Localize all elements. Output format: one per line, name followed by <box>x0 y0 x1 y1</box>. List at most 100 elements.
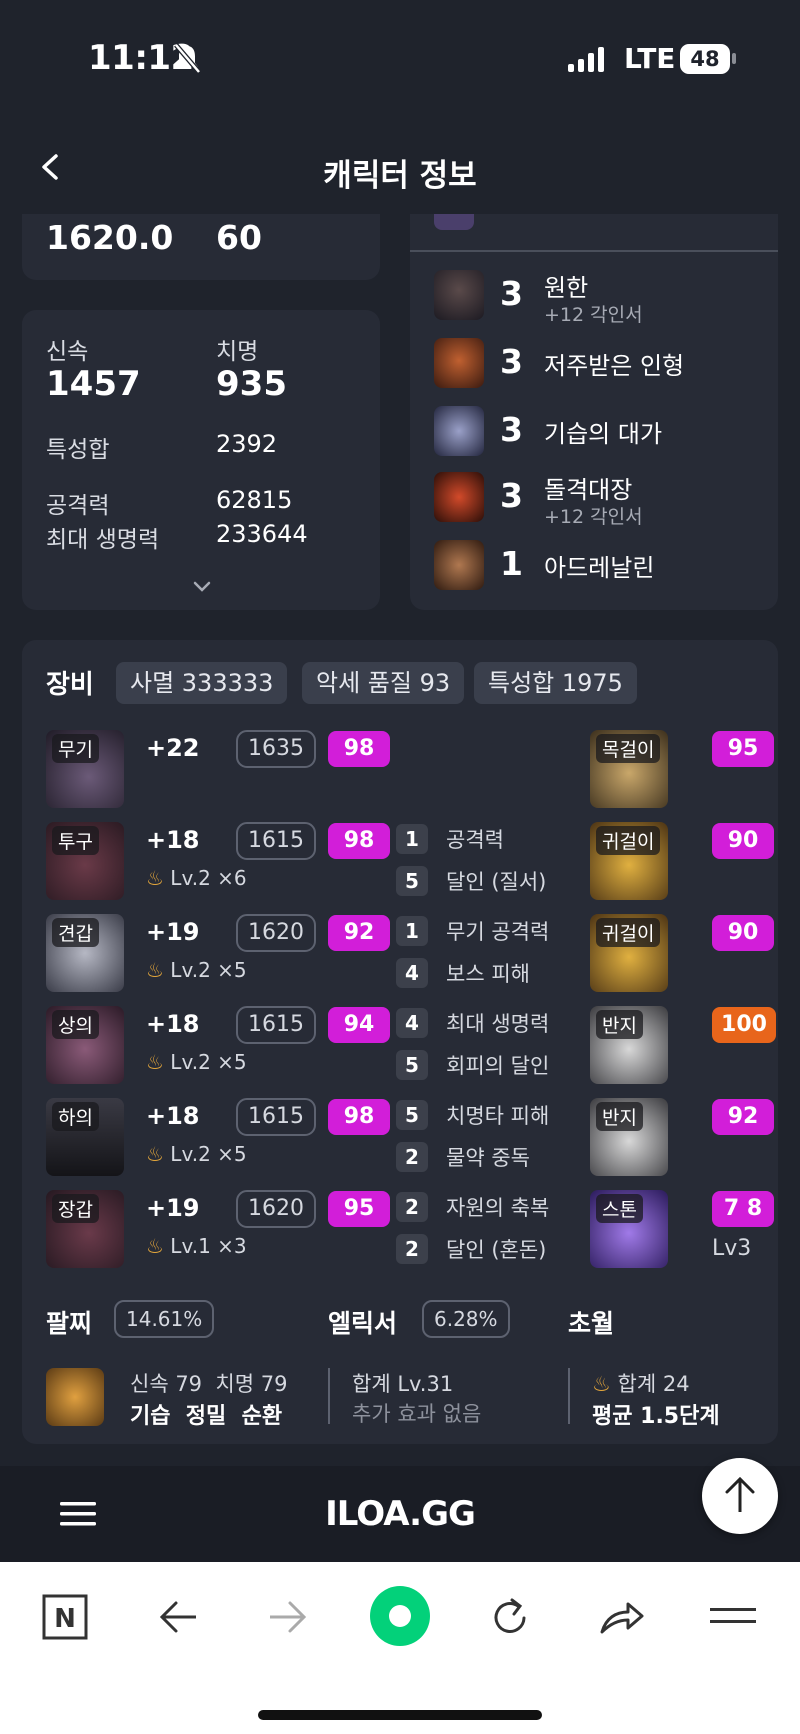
gear-item-level: 1615 <box>236 1006 316 1044</box>
transcend-sum-row: ♨ 합계 24 <box>592 1372 690 1396</box>
accessory-earring-1[interactable]: 귀걸이 90 <box>590 822 774 902</box>
accessory-quality-badge: 100 <box>712 1007 776 1043</box>
slot-label: 투구 <box>52 826 99 855</box>
gear-row-weapon[interactable]: 무기 +22 1635 98 <box>46 730 390 810</box>
chip-elixir-set: 사멸 333333 <box>116 662 288 704</box>
accessory-stone[interactable]: 스톤 7 8 Lv3 <box>590 1190 774 1270</box>
engraving-row[interactable]: 3 기습의 대가 <box>434 404 764 460</box>
attack-label: 공격력 <box>46 493 110 519</box>
gear-plus: +18 <box>146 1010 200 1038</box>
gear-row-chest[interactable]: 상의 +18 1615 94 ♨ Lv.2 ×5 <box>46 1006 390 1086</box>
ring-icon: 반지 <box>590 1098 668 1176</box>
bracelet-stats: 신속 79 치명 79 <box>130 1372 288 1396</box>
green-dot-button[interactable] <box>370 1586 430 1646</box>
battery-indicator: 48 <box>680 44 730 74</box>
flame-icon: ♨ <box>146 1234 164 1258</box>
crit-label: 치명 <box>216 339 259 365</box>
engraving-level: 3 <box>500 476 523 515</box>
reload-icon[interactable] <box>488 1596 532 1640</box>
ring-icon: 반지 <box>590 1006 668 1084</box>
transcend-avg: 평균 1.5단계 <box>592 1404 720 1429</box>
battery-cap <box>732 53 736 64</box>
green-dot-inner <box>389 1605 411 1627</box>
gear-plus: +22 <box>146 734 200 762</box>
gear-transcend: ♨ Lv.2 ×5 <box>146 958 247 982</box>
accessory-quality-badge: 95 <box>712 731 774 767</box>
gear-item-level: 1635 <box>236 730 316 768</box>
engraving-row[interactable]: 1 아드레날린 <box>434 538 764 594</box>
engraving-icon <box>434 338 484 388</box>
stone-engrave-badge: 7 8 <box>712 1191 774 1227</box>
hamburger-icon[interactable] <box>710 1602 756 1630</box>
gear-row-shoulder[interactable]: 견갑 +19 1620 92 ♨ Lv.2 ×5 <box>46 914 390 994</box>
site-logo[interactable]: ILOA.GG <box>0 1494 800 1534</box>
engraving-icon <box>434 540 484 590</box>
slot-label: 무기 <box>52 734 99 763</box>
slot-label: 귀걸이 <box>596 826 661 855</box>
share-icon[interactable] <box>598 1596 646 1638</box>
equipment-title: 장비 <box>46 670 94 700</box>
chest-icon: 상의 <box>46 1006 124 1084</box>
engraving-row[interactable]: 3 저주받은 인형 <box>434 336 764 392</box>
transcend-title: 초월 <box>568 1309 615 1338</box>
engraving-row[interactable]: 3 원한 +12 각인서 <box>434 268 764 326</box>
forward-arrow-icon[interactable] <box>268 1600 308 1634</box>
slot-label: 귀걸이 <box>596 918 661 947</box>
network-label: LTE <box>624 42 676 75</box>
power-card: 1620.0 60 <box>22 214 380 280</box>
status-bar: 11:12 LTE 48 <box>0 0 800 110</box>
gear-row-gloves[interactable]: 장갑 +19 1620 95 ♨ Lv.1 ×3 <box>46 1190 390 1270</box>
gear-transcend: ♨ Lv.2 ×6 <box>146 866 247 890</box>
accessory-ring-2[interactable]: 반지 92 <box>590 1098 774 1178</box>
gear-transcend: ♨ Lv.2 ×5 <box>146 1050 247 1074</box>
gear-transcend: ♨ Lv.1 ×3 <box>146 1234 247 1258</box>
slot-label: 반지 <box>596 1102 643 1131</box>
accessory-quality-badge: 90 <box>712 915 774 951</box>
flame-icon: ♨ <box>146 1050 164 1074</box>
expand-chevron-icon[interactable] <box>192 580 212 594</box>
stats-card: 신속 1457 치명 935 특성합 2392 공격력 62815 최대 생명력… <box>22 310 380 610</box>
engraving-icon <box>434 270 484 320</box>
elixir-extra: 추가 효과 없음 <box>352 1402 482 1426</box>
weapon-icon: 무기 <box>46 730 124 808</box>
stone-level: Lv3 <box>712 1236 752 1261</box>
gear-row-pants[interactable]: 하의 +18 1615 98 ♨ Lv.2 ×5 <box>46 1098 390 1178</box>
flame-icon: ♨ <box>146 958 164 982</box>
bracelet-icon[interactable] <box>46 1368 104 1426</box>
slot-label: 장갑 <box>52 1194 99 1223</box>
accessory-ring-1[interactable]: 반지 100 <box>590 1006 776 1086</box>
home-indicator <box>258 1710 542 1720</box>
back-arrow-icon[interactable] <box>158 1600 198 1634</box>
flame-icon: ♨ <box>146 1142 164 1166</box>
divider <box>328 1368 330 1424</box>
page-title: 캐릭터 정보 <box>323 158 477 194</box>
accessory-quality-badge: 92 <box>712 1099 774 1135</box>
equipment-card: 장비 사멸 333333 악세 품질 93 특성합 1975 무기 +22 16… <box>22 640 778 1444</box>
engraving-row[interactable]: 3 돌격대장 +12 각인서 <box>434 470 764 528</box>
accessory-necklace[interactable]: 목걸이 95 <box>590 730 774 810</box>
gear-quality-badge: 98 <box>328 731 390 767</box>
chip-accessory-quality: 악세 품질 93 <box>302 662 465 704</box>
gear-quality-badge: 92 <box>328 915 390 951</box>
elixir-title: 엘릭서 <box>328 1309 398 1338</box>
necklace-icon: 목걸이 <box>590 730 668 808</box>
gear-quality-badge: 94 <box>328 1007 390 1043</box>
engraving-name: 기습의 대가 <box>544 420 663 448</box>
trait-sum-label: 특성합 <box>46 437 110 463</box>
signal-icon <box>568 47 604 72</box>
earring-icon: 귀걸이 <box>590 822 668 900</box>
naver-n-icon[interactable]: N <box>42 1594 88 1640</box>
scroll-top-button[interactable] <box>702 1458 778 1534</box>
engraving-sub: +12 각인서 <box>544 304 643 326</box>
gear-row-helmet[interactable]: 투구 +18 1615 98 ♨ Lv.2 ×6 <box>46 822 390 902</box>
svg-text:N: N <box>54 1604 76 1634</box>
slot-label: 목걸이 <box>596 734 661 763</box>
accessory-earring-2[interactable]: 귀걸이 90 <box>590 914 774 994</box>
crit-value: 935 <box>216 364 287 404</box>
engraving-level: 1 <box>500 544 523 583</box>
engravings-card: 3 원한 +12 각인서 3 저주받은 인형 3 기습의 대가 3 돌격대장 +… <box>410 214 778 610</box>
gear-item-level: 1615 <box>236 822 316 860</box>
bell-muted-icon <box>174 43 201 74</box>
divider <box>410 250 778 252</box>
gear-plus: +19 <box>146 1194 200 1222</box>
